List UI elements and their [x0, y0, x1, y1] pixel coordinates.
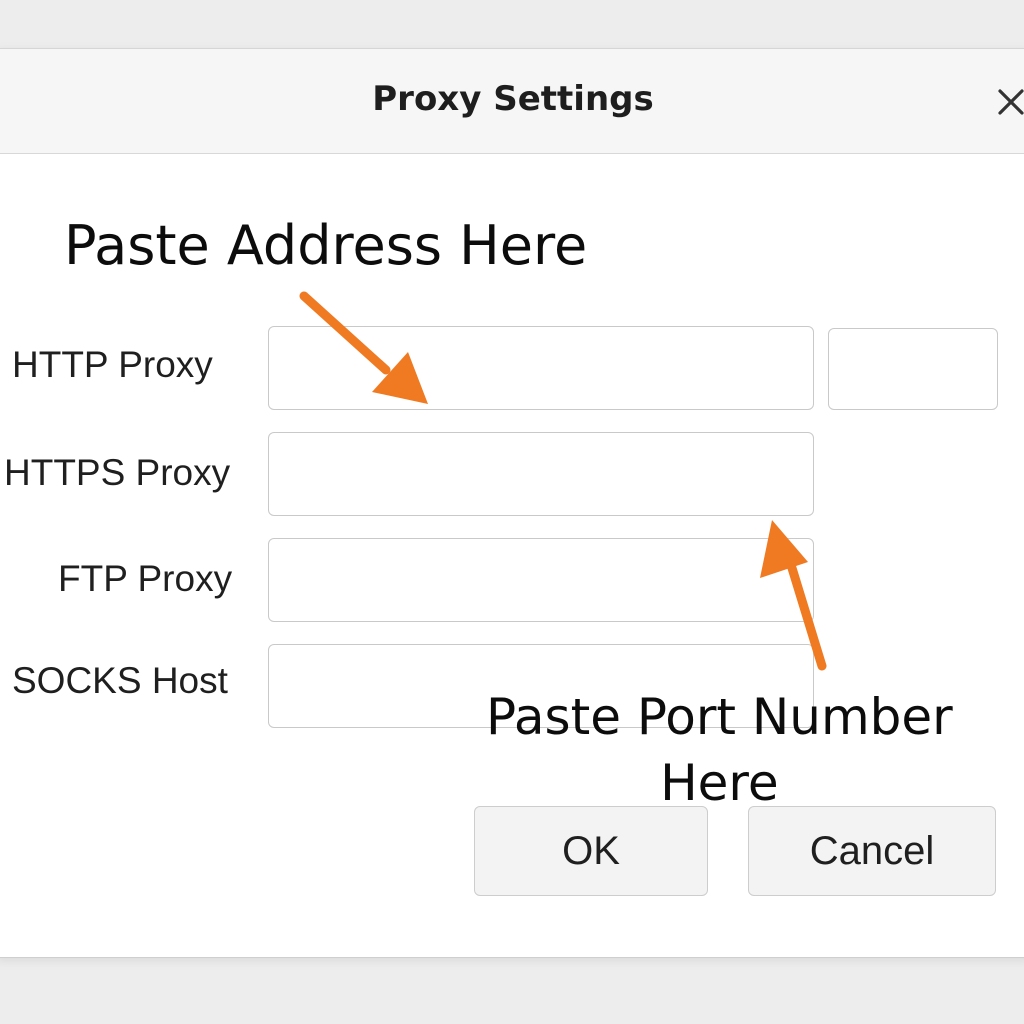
dialog-titlebar: Proxy Settings — [0, 49, 1024, 154]
socks-host-label: SOCKS Host — [12, 660, 228, 701]
address-hint-annotation: Paste Address Here — [64, 214, 588, 277]
http-proxy-port-input[interactable] — [828, 328, 998, 410]
http-proxy-label: HTTP Proxy — [12, 344, 213, 385]
dialog-title: Proxy Settings — [372, 79, 654, 119]
close-icon[interactable] — [996, 81, 1024, 121]
cancel-button[interactable]: Cancel — [748, 806, 996, 896]
https-proxy-label: HTTPS Proxy — [4, 452, 231, 493]
port-hint-line1: Paste Port Number — [486, 688, 953, 746]
port-hint-annotation: Paste Port Number Here — [486, 684, 953, 816]
page: Proxy Settings Paste Address Here HTTP P… — [0, 0, 1024, 1024]
https-proxy-input[interactable] — [268, 432, 814, 516]
ok-button[interactable]: OK — [474, 806, 708, 896]
ftp-proxy-label: FTP Proxy — [58, 558, 233, 599]
http-proxy-input[interactable] — [268, 326, 814, 410]
ftp-proxy-input[interactable] — [268, 538, 814, 622]
